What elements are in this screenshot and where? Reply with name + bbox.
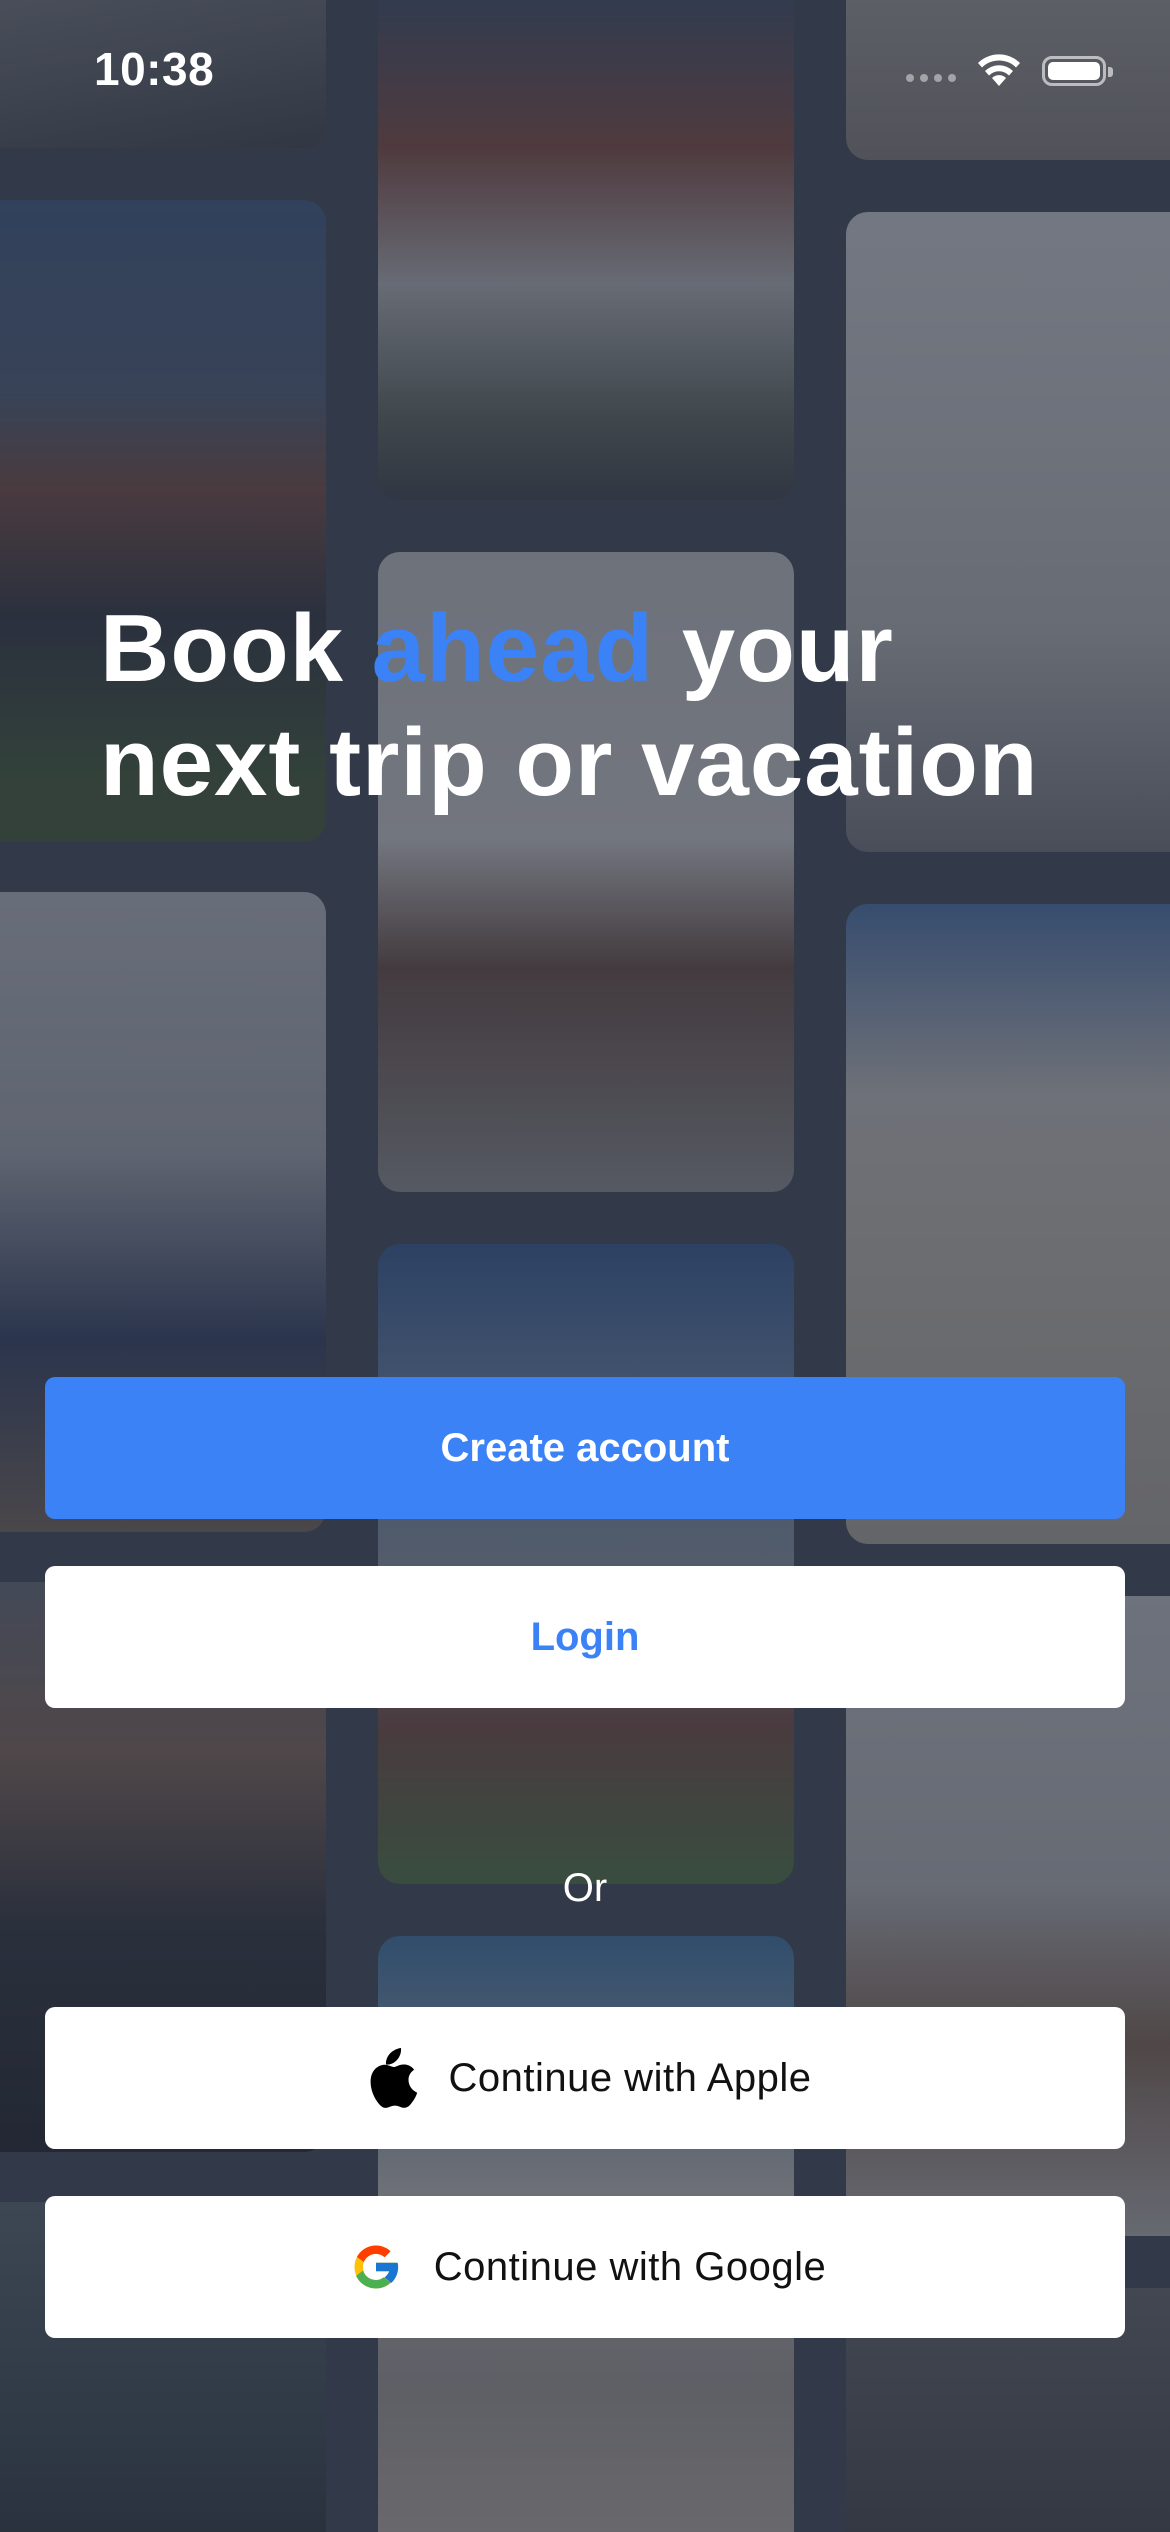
status-bar: 10:38: [0, 0, 1170, 150]
headline-line-2: next trip or vacation: [100, 709, 1039, 816]
or-divider: Or: [562, 1866, 608, 1910]
background-photo-collage: [0, 0, 1170, 2532]
cellular-signal-icon: [906, 74, 956, 82]
continue-with-google-button[interactable]: Continue with Google: [45, 2196, 1125, 2338]
headline-text: Book: [100, 595, 372, 702]
continue-with-apple-button[interactable]: Continue with Apple: [45, 2007, 1125, 2149]
google-button-label: Continue with Google: [433, 2244, 827, 2289]
google-icon: [344, 2235, 408, 2299]
headline: Book ahead your next trip or vacation: [100, 592, 1100, 820]
create-account-button[interactable]: Create account: [45, 1377, 1125, 1519]
headline-accent-word: ahead: [371, 595, 655, 702]
headline-text: your: [654, 595, 894, 702]
login-button[interactable]: Login: [45, 1566, 1125, 1708]
battery-icon: [1042, 56, 1113, 86]
headline-line-1: Book ahead your: [100, 592, 1100, 706]
create-account-label: Create account: [440, 1425, 730, 1470]
dark-overlay: [0, 0, 1170, 2532]
apple-button-label: Continue with Apple: [448, 2055, 812, 2100]
wifi-icon: [978, 54, 1020, 86]
status-time: 10:38: [94, 43, 215, 95]
login-label: Login: [530, 1614, 640, 1659]
apple-icon: [358, 2046, 422, 2110]
